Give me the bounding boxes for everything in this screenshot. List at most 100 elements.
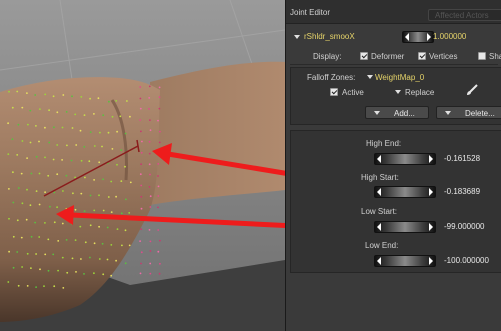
chevron-down-icon[interactable] [367,75,373,79]
high-start-label: High Start: [361,173,399,182]
falloff-zone-dropdown[interactable]: WeightMap_0 [375,73,424,82]
vertex-dot [21,202,24,205]
vertex-dot [140,207,143,210]
chevron-down-icon[interactable] [395,90,401,94]
left-arrow-icon [377,257,381,265]
vertex-dot [47,238,50,241]
left-arrow-icon [377,188,381,196]
joint-value[interactable]: 1.000000 [433,32,466,41]
vertex-dot [149,262,152,265]
vertex-dot [111,115,114,118]
falloff-zones-label: Falloff Zones: [307,73,356,82]
vertex-dot [140,130,142,133]
vertex-dot [115,195,117,198]
add-zone-button[interactable]: Add... [365,106,429,119]
vertex-dot [38,140,40,143]
vertex-dot [7,122,9,125]
vertex-dot [12,235,15,238]
vertex-dot [7,153,10,156]
vertex-dot [56,111,59,114]
high-end-dial[interactable] [374,153,436,165]
vertex-dot [56,173,59,176]
delete-zone-button[interactable]: Delete... [436,106,501,119]
vertex-dot [44,191,46,194]
vertex-dot [66,271,69,274]
vertex-dot [102,178,104,181]
vertex-dot [93,272,95,275]
active-checkbox[interactable] [330,88,338,96]
vertex-dot [149,250,152,252]
high-start-dial[interactable] [374,186,436,198]
paint-brush-icon[interactable] [465,83,479,97]
tab-affected-actors[interactable]: Affected Actors [428,9,501,21]
vertex-dot [89,97,91,100]
chevron-down-icon[interactable] [294,35,300,39]
vertex-dot [17,123,20,126]
vertex-dot [120,212,123,215]
high-end-value[interactable]: -0.161528 [444,154,480,163]
low-start-value[interactable]: -99.000000 [444,222,484,231]
low-start-dial[interactable] [374,221,436,233]
falloff-params-group: High End: -0.161528 High Start: -0.18368… [290,130,501,273]
low-end-value[interactable]: -100.000000 [444,256,489,265]
vertex-dot [80,159,83,162]
vertices-checkbox[interactable] [418,52,426,60]
vertex-dot [65,174,68,177]
vertex-dot [89,194,92,197]
vertex-dot [8,90,10,93]
vertex-dot [26,285,29,287]
vertex-dot [158,86,161,89]
vertex-dot [157,195,160,197]
vertex-dot [141,140,143,143]
vertex-dot [11,106,14,109]
vertex-dot [61,126,64,129]
vertex-dot [99,131,101,134]
vertex-dot [140,251,143,254]
vertex-dot [158,141,161,144]
vertex-dot [65,111,68,113]
vertex-dot [140,195,143,198]
vertex-dot [139,272,142,275]
shading-checkbox[interactable] [478,52,486,60]
vertex-dot [47,269,50,272]
low-end-dial[interactable] [374,255,436,267]
vertex-dot [7,188,10,190]
vertex-dot [159,262,161,265]
vertex-dot [16,251,19,253]
vertex-dot [106,258,109,261]
vertex-dot [110,211,113,214]
vertex-dot [20,172,23,175]
display-label: Display: [313,52,342,61]
vertex-dot [148,108,150,110]
joint-value-dial[interactable] [402,31,434,43]
vertex-dot [49,205,51,208]
vertex-dot [139,107,142,110]
vertex-dot [8,250,11,253]
vertex-dot [121,244,123,247]
vertex-dot [56,144,59,146]
vertex-dot [8,217,10,220]
vertex-dot [128,212,131,214]
vertex-dot [30,172,33,175]
vertex-dot [12,266,15,269]
vertex-dot [34,94,37,96]
vertex-dot [88,160,91,163]
viewport-scene [0,0,285,331]
vertex-dot [39,268,41,271]
vertex-dot [115,259,117,262]
high-start-value[interactable]: -0.183689 [444,187,480,196]
vertex-dot [115,100,118,102]
3d-viewport[interactable] [0,0,285,331]
joint-name-dropdown[interactable]: rShldr_smooX [304,32,355,41]
right-arrow-icon [429,223,433,231]
deformer-checkbox[interactable] [360,52,368,60]
vertex-dot [16,154,19,156]
vertex-dot [48,109,50,112]
vertex-dot [74,239,77,242]
vertex-dot [148,97,151,99]
blend-mode-dropdown[interactable]: Replace [405,88,434,97]
vertex-dot [93,113,95,115]
vertex-dot [75,271,77,273]
vertex-dot [159,239,161,242]
vertex-dot [139,86,142,88]
